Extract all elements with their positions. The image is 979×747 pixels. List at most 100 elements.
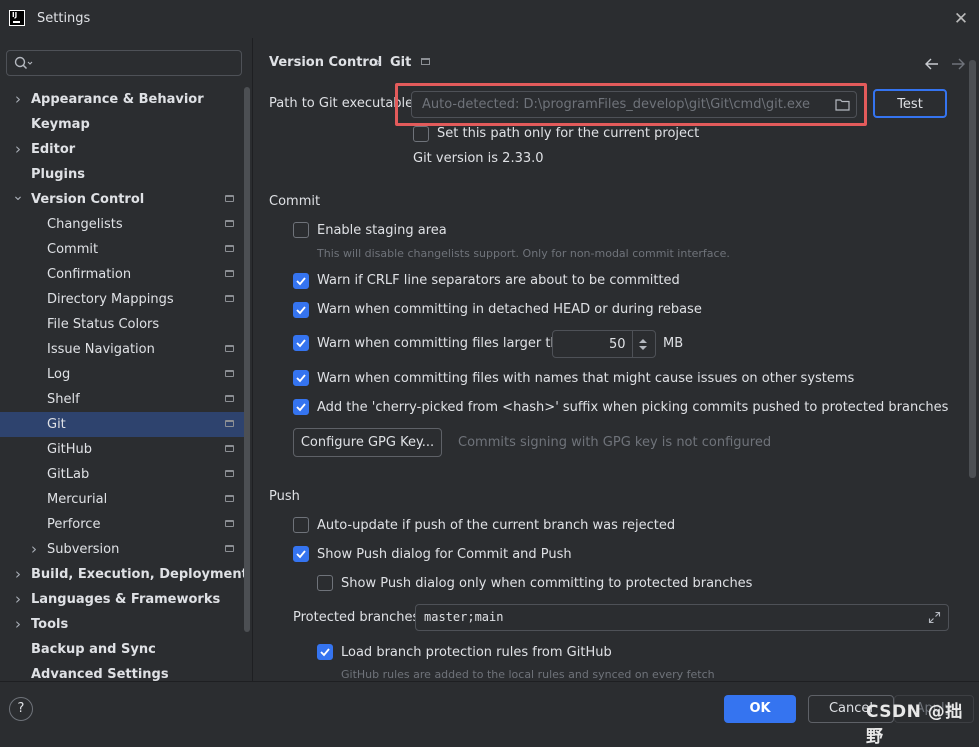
- project-level-icon: [225, 495, 234, 502]
- sidebar-item-backup-and-sync[interactable]: Backup and Sync: [0, 637, 250, 662]
- sidebar-item-label: Issue Navigation: [47, 342, 155, 357]
- sidebar-item-log[interactable]: Log: [0, 362, 250, 387]
- sidebar-item-label: Build, Execution, Deployment: [31, 567, 248, 582]
- breadcrumb-current: Git: [390, 55, 412, 70]
- sidebar-scrollbar[interactable]: [244, 87, 250, 632]
- sidebar-item-label: Version Control: [31, 192, 145, 207]
- breadcrumb-separator: ›: [375, 53, 381, 71]
- sidebar-item-appearance-behavior[interactable]: › Appearance & Behavior: [0, 87, 250, 112]
- sidebar-item-build-execution-deployment[interactable]: › Build, Execution, Deployment: [0, 562, 250, 587]
- sidebar-item-label: Git: [47, 417, 66, 432]
- project-level-icon: [225, 420, 234, 427]
- git-path-value: Auto-detected: D:\programFiles_develop\g…: [422, 97, 810, 112]
- sidebar-item-label: File Status Colors: [47, 317, 160, 332]
- staging-area-label: Enable staging area: [317, 223, 447, 238]
- git-path-field[interactable]: Auto-detected: D:\programFiles_develop\g…: [411, 91, 857, 118]
- sidebar-item-shelf[interactable]: Shelf: [0, 387, 250, 412]
- sidebar-item-label: Shelf: [47, 392, 80, 407]
- chevron-right-icon[interactable]: ›: [12, 87, 24, 112]
- configure-gpg-button[interactable]: Configure GPG Key...: [293, 428, 442, 457]
- file-names-checkbox[interactable]: [293, 370, 309, 386]
- settings-sidebar: › Appearance & Behavior Keymap › Editor Plugi…: [0, 38, 253, 682]
- sidebar-item-label: Mercurial: [47, 492, 108, 507]
- sidebar-item-label: Perforce: [47, 517, 101, 532]
- test-button[interactable]: Test: [873, 89, 947, 118]
- chevron-right-icon[interactable]: ›: [12, 137, 24, 162]
- sidebar-item-plugins[interactable]: Plugins: [0, 162, 250, 187]
- chevron-down-icon[interactable]: ⌄: [12, 187, 24, 205]
- sidebar-item-perforce[interactable]: Perforce: [0, 512, 250, 537]
- close-icon[interactable]: ✕: [951, 9, 971, 29]
- gpg-status-text: Commits signing with GPG key is not conf…: [458, 435, 772, 450]
- chevron-right-icon[interactable]: ›: [28, 537, 40, 562]
- load-rules-checkbox[interactable]: [317, 644, 333, 660]
- sidebar-item-commit[interactable]: Commit: [0, 237, 250, 262]
- project-level-icon: [225, 345, 234, 352]
- sidebar-item-subversion[interactable]: › Subversion: [0, 537, 250, 562]
- auto-update-label: Auto-update if push of the current branc…: [317, 518, 676, 533]
- sidebar-item-label: GitLab: [47, 467, 90, 482]
- sidebar-item-github[interactable]: GitHub: [0, 437, 250, 462]
- help-button[interactable]: ?: [9, 697, 33, 721]
- large-files-size-stepper[interactable]: 50: [552, 330, 656, 358]
- sidebar-item-label: Changelists: [47, 217, 123, 232]
- sidebar-item-editor[interactable]: › Editor: [0, 137, 250, 162]
- sidebar-item-label: Subversion: [47, 542, 120, 557]
- show-push-dialog-label: Show Push dialog for Commit and Push: [317, 547, 572, 562]
- dialog-footer: ? OK Cancel Apply CSDN @拙野: [0, 681, 979, 747]
- sidebar-item-file-status-colors[interactable]: File Status Colors: [0, 312, 250, 337]
- sidebar-item-issue-navigation[interactable]: Issue Navigation: [0, 337, 250, 362]
- sidebar-item-directory-mappings[interactable]: Directory Mappings: [0, 287, 250, 312]
- sidebar-item-git[interactable]: Git: [0, 412, 250, 437]
- sidebar-item-label: Plugins: [31, 167, 85, 182]
- project-only-label: Set this path only for the current proje…: [437, 126, 700, 141]
- commit-section-title: Commit: [269, 194, 321, 209]
- folder-icon[interactable]: [835, 98, 850, 111]
- expand-icon[interactable]: [928, 611, 941, 624]
- sidebar-item-keymap[interactable]: Keymap: [0, 112, 250, 137]
- ok-button[interactable]: OK: [724, 695, 796, 723]
- search-input[interactable]: [6, 50, 242, 76]
- staging-area-checkbox[interactable]: [293, 222, 309, 238]
- sidebar-item-changelists[interactable]: Changelists: [0, 212, 250, 237]
- show-push-dialog-checkbox[interactable]: [293, 546, 309, 562]
- content-scrollbar[interactable]: [969, 60, 976, 478]
- cherry-pick-checkbox[interactable]: [293, 399, 309, 415]
- back-arrow-icon[interactable]: [925, 58, 939, 70]
- stepper-divider: [632, 331, 633, 357]
- sidebar-item-label: Commit: [47, 242, 99, 257]
- forward-arrow-icon[interactable]: [951, 58, 965, 70]
- protected-branches-field[interactable]: master;main: [415, 604, 949, 631]
- project-only-checkbox[interactable]: [413, 126, 429, 142]
- load-rules-label: Load branch protection rules from GitHub: [341, 645, 612, 660]
- chevron-right-icon[interactable]: ›: [12, 562, 24, 587]
- large-files-label: Warn when committing files larger than: [317, 336, 575, 351]
- sidebar-item-label: Confirmation: [47, 267, 132, 282]
- sidebar-item-tools[interactable]: › Tools: [0, 612, 250, 637]
- sidebar-item-version-control[interactable]: ⌄ Version Control: [0, 187, 250, 212]
- sidebar-item-mercurial[interactable]: Mercurial: [0, 487, 250, 512]
- push-dialog-protected-checkbox[interactable]: [317, 575, 333, 591]
- large-files-checkbox[interactable]: [293, 335, 309, 351]
- sidebar-item-languages-frameworks[interactable]: › Languages & Frameworks: [0, 587, 250, 612]
- project-level-icon: [225, 370, 234, 377]
- git-version-text: Git version is 2.33.0: [413, 151, 544, 166]
- watermark: CSDN @拙野: [866, 702, 963, 747]
- detached-head-checkbox[interactable]: [293, 302, 309, 318]
- chevron-right-icon[interactable]: ›: [12, 587, 24, 612]
- sidebar-item-label: Appearance & Behavior: [31, 92, 204, 107]
- chevron-right-icon[interactable]: ›: [12, 612, 24, 637]
- sidebar-item-gitlab[interactable]: GitLab: [0, 462, 250, 487]
- push-section-title: Push: [269, 489, 300, 504]
- protected-branches-value: master;main: [424, 610, 504, 624]
- sidebar-item-confirmation[interactable]: Confirmation: [0, 262, 250, 287]
- file-names-label: Warn when committing files with names th…: [317, 371, 855, 386]
- sidebar-item-label: GitHub: [47, 442, 93, 457]
- breadcrumb-parent[interactable]: Version Control: [269, 55, 382, 70]
- project-level-icon: [225, 295, 234, 302]
- sidebar-item-label: Log: [47, 367, 71, 382]
- crlf-warning-checkbox[interactable]: [293, 273, 309, 289]
- sidebar-item-label: Keymap: [31, 117, 90, 132]
- stepper-arrows-icon[interactable]: [636, 337, 650, 352]
- auto-update-checkbox[interactable]: [293, 517, 309, 533]
